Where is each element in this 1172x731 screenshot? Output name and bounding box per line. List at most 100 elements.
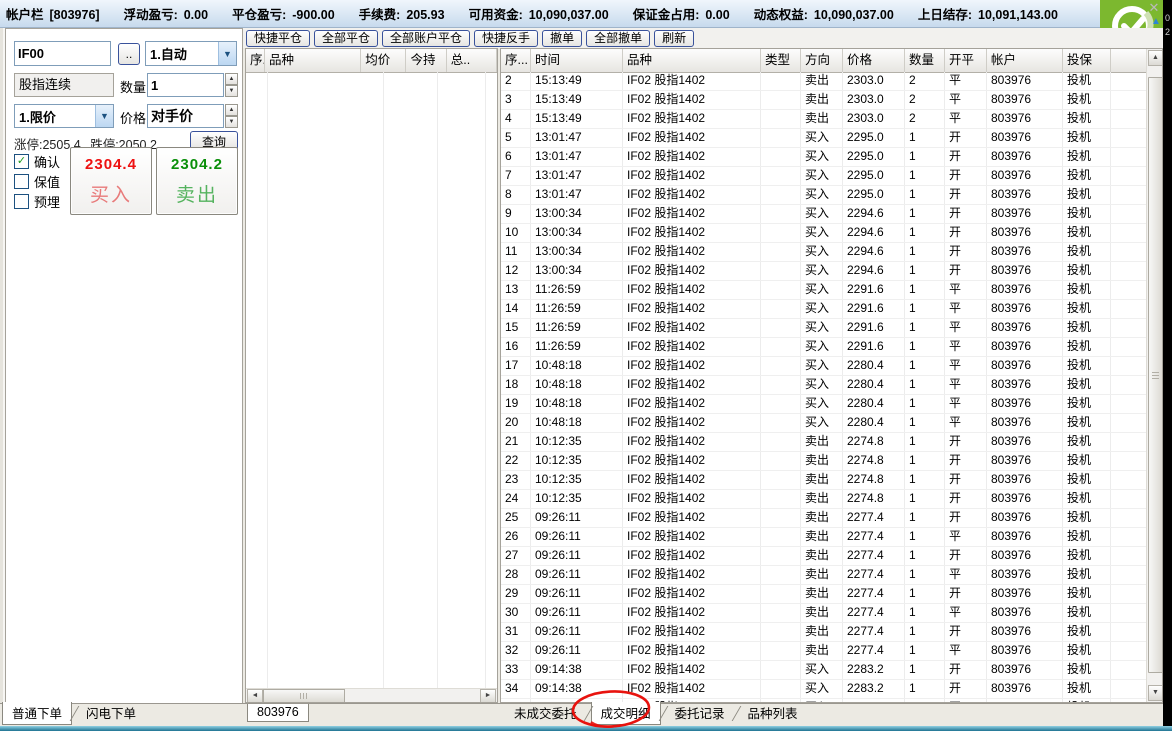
column-header[interactable]: 品种 [623,49,761,72]
trade-row[interactable]: 2010:48:18IF02 股指1402买入2280.41平803976投机 [501,414,1147,433]
confirm-checkbox[interactable]: ✓确认 [14,151,60,171]
column-header[interactable]: 今持 [406,49,446,72]
trade-row[interactable]: 3109:26:11IF02 股指1402卖出2277.41开803976投机 [501,623,1147,642]
tab-trade-details[interactable]: 成交明细 [591,702,661,725]
buy-button[interactable]: 2304.4 买入 [70,147,152,215]
quantity-input[interactable] [147,73,224,97]
spinner-up-icon[interactable]: ▲ [225,73,238,85]
column-header[interactable]: 价格 [843,49,905,72]
preset-checkbox[interactable]: 预埋 [14,191,60,211]
trade-row[interactable]: 1611:26:59IF02 股指1402买入2291.61平803976投机 [501,338,1147,357]
column-header[interactable]: 品种 [265,49,361,72]
close-all-button[interactable]: 全部平仓 [314,30,378,47]
column-header[interactable]: 序.. [246,49,265,72]
quick-reverse-button[interactable]: 快捷反手 [474,30,538,47]
scroll-right-button[interactable]: ► [480,689,496,703]
spinner-down-icon[interactable]: ▼ [225,85,238,97]
price-input[interactable] [147,104,224,128]
column-header[interactable]: 帐户 [987,49,1063,72]
trade-row[interactable]: 3309:14:38IF02 股指1402买入2283.21开803976投机 [501,661,1147,680]
trade-row[interactable]: 3209:26:11IF02 股指1402卖出2277.41平803976投机 [501,642,1147,661]
trade-row[interactable]: 1013:00:34IF02 股指1402买入2294.61开803976投机 [501,224,1147,243]
column-header[interactable]: 总.. [447,49,497,72]
contract-code-input[interactable] [14,41,111,66]
trade-row[interactable]: 2609:26:11IF02 股指1402卖出2277.41平803976投机 [501,528,1147,547]
trade-row[interactable]: 2310:12:35IF02 股指1402卖出2274.81开803976投机 [501,471,1147,490]
column-header[interactable] [1111,49,1147,72]
scroll-down-button[interactable]: ▼ [1148,685,1163,701]
trade-row[interactable]: 1511:26:59IF02 股指1402买入2291.61平803976投机 [501,319,1147,338]
scrollbar-thumb[interactable] [263,689,345,703]
column-header[interactable]: 投保 [1063,49,1111,72]
trade-row[interactable]: 415:13:49IF02 股指1402卖出2303.02平803976投机 [501,110,1147,129]
checkbox-box[interactable]: ✓ [14,154,29,169]
trade-cell: 1 [905,376,945,394]
spinner-down-icon[interactable]: ▼ [225,116,238,128]
trade-row[interactable]: 1910:48:18IF02 股指1402买入2280.41平803976投机 [501,395,1147,414]
trade-row[interactable]: 1411:26:59IF02 股指1402买入2291.61平803976投机 [501,300,1147,319]
price-type-select[interactable]: 1.限价 ▼ [14,104,114,128]
trade-row[interactable]: 2909:26:11IF02 股指1402卖出2277.41开803976投机 [501,585,1147,604]
column-header[interactable]: 方向 [801,49,843,72]
trade-row[interactable]: 3009:26:11IF02 股指1402卖出2277.41平803976投机 [501,604,1147,623]
tab-flash-order[interactable]: 闪电下单 [77,702,145,724]
horizontal-scrollbar[interactable]: ◄ ► [246,688,497,702]
trade-row[interactable]: 913:00:34IF02 股指1402买入2294.61开803976投机 [501,205,1147,224]
checkbox-box[interactable] [14,174,29,189]
trade-row[interactable]: 1311:26:59IF02 股指1402买入2291.61平803976投机 [501,281,1147,300]
refresh-button[interactable]: 刷新 [654,30,694,47]
trade-row[interactable]: 1810:48:18IF02 股指1402买入2280.41平803976投机 [501,376,1147,395]
scroll-up-icon[interactable]: ▲ [1149,16,1163,27]
trade-row[interactable]: 813:01:47IF02 股指1402买入2295.01开803976投机 [501,186,1147,205]
column-header[interactable]: 类型 [761,49,801,72]
mode-select[interactable]: 1.自动 ▼ [145,41,237,66]
trade-row[interactable]: 613:01:47IF02 股指1402买入2295.01开803976投机 [501,148,1147,167]
trade-row[interactable]: 2210:12:35IF02 股指1402卖出2274.81开803976投机 [501,452,1147,471]
hedge-checkbox[interactable]: 保值 [14,171,60,191]
browse-button[interactable]: .. [118,43,140,65]
trade-row[interactable]: 215:13:49IF02 股指1402卖出2303.02平803976投机 [501,72,1147,91]
scroll-left-button[interactable]: ◄ [247,689,263,703]
trade-row[interactable]: 1113:00:34IF02 股指1402买入2294.61开803976投机 [501,243,1147,262]
trade-row[interactable]: 2410:12:35IF02 股指1402卖出2274.81开803976投机 [501,490,1147,509]
chevron-down-icon[interactable]: ▼ [95,105,113,127]
column-header[interactable]: 时间 [531,49,623,72]
trade-row[interactable]: 3409:14:38IF02 股指1402买入2283.21开803976投机 [501,680,1147,699]
trade-cell: 卖出 [801,623,843,641]
quantity-stepper[interactable]: ▲ ▼ [225,73,238,97]
chevron-down-icon[interactable]: ▼ [218,42,236,65]
trade-row[interactable]: 315:13:49IF02 股指1402卖出2303.02平803976投机 [501,91,1147,110]
spinner-up-icon[interactable]: ▲ [225,104,238,116]
trade-cell: 卖出 [801,110,843,128]
account-tabs: 803976 [247,703,309,723]
quick-close-button[interactable]: 快捷平仓 [246,30,310,47]
trade-row[interactable]: 1213:00:34IF02 股指1402买入2294.61开803976投机 [501,262,1147,281]
column-header[interactable]: 均价 [361,49,406,72]
close-all-accounts-button[interactable]: 全部账户平仓 [382,30,470,47]
trade-row[interactable]: 2709:26:11IF02 股指1402卖出2277.41开803976投机 [501,547,1147,566]
trade-row[interactable]: 2110:12:35IF02 股指1402卖出2274.81开803976投机 [501,433,1147,452]
trade-cell: 16 [501,338,531,356]
vertical-scrollbar[interactable]: ▲ ▼ [1146,49,1162,702]
checkbox-box[interactable] [14,194,29,209]
price-stepper[interactable]: ▲ ▼ [225,104,238,128]
scrollbar-thumb[interactable] [1148,77,1163,673]
tab-pending-orders[interactable]: 未成交委托 [505,702,586,724]
scroll-up-button[interactable]: ▲ [1148,50,1163,66]
tab-normal-order[interactable]: 普通下单 [2,702,72,725]
tab-account-803976[interactable]: 803976 [247,704,309,722]
trade-row[interactable]: 1710:48:18IF02 股指1402买入2280.41平803976投机 [501,357,1147,376]
close-icon[interactable]: ✕ [1146,1,1162,15]
tab-order-records[interactable]: 委托记录 [666,702,734,724]
trade-row[interactable]: 713:01:47IF02 股指1402买入2295.01开803976投机 [501,167,1147,186]
trade-row[interactable]: 2509:26:11IF02 股指1402卖出2277.41开803976投机 [501,509,1147,528]
column-header[interactable]: 序... [501,49,531,72]
cancel-order-button[interactable]: 撤单 [542,30,582,47]
cancel-all-button[interactable]: 全部撤单 [586,30,650,47]
column-header[interactable]: 开平 [945,49,987,72]
trade-row[interactable]: 2809:26:11IF02 股指1402卖出2277.41平803976投机 [501,566,1147,585]
trade-row[interactable]: 513:01:47IF02 股指1402买入2295.01开803976投机 [501,129,1147,148]
column-header[interactable]: 数量 [905,49,945,72]
sell-button[interactable]: 2304.2 卖出 [156,147,238,215]
tab-product-list[interactable]: 品种列表 [739,702,807,724]
